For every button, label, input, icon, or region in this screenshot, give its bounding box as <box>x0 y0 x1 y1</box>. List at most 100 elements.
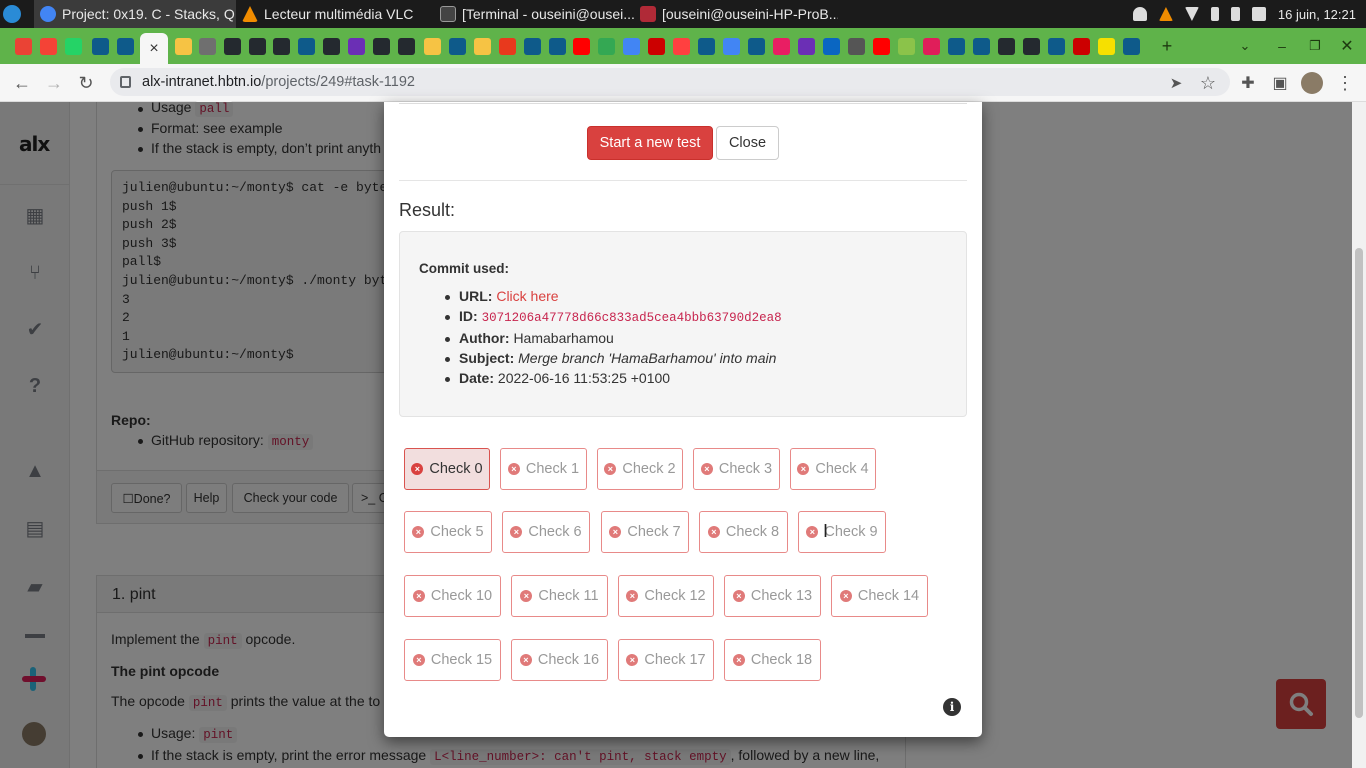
clock[interactable]: 16 juin, 12:21 <box>1278 7 1356 22</box>
bookmark-star-icon[interactable]: ☆ <box>1196 72 1220 94</box>
check-9-button[interactable]: × Check 9 <box>798 511 886 553</box>
volume-icon[interactable] <box>1251 7 1266 21</box>
forward-arrow-icon[interactable]: → <box>42 72 66 94</box>
tab-favicon-icon[interactable] <box>573 38 590 55</box>
active-tab[interactable]: × <box>140 33 168 64</box>
lock-icon[interactable] <box>120 76 131 88</box>
taskbar-app-terminal[interactable]: [Terminal - ouseini@ousei... <box>436 0 636 28</box>
close-window-icon[interactable]: ✕ <box>1335 34 1359 58</box>
extensions-puzzle-icon[interactable]: ✚ <box>1236 72 1260 94</box>
tab-favicon-icon[interactable] <box>175 38 192 55</box>
tab-favicon-icon[interactable] <box>923 38 940 55</box>
tab-favicon-icon[interactable] <box>348 38 365 55</box>
tab-favicon-icon[interactable] <box>199 38 216 55</box>
tab-favicon-icon[interactable] <box>998 38 1015 55</box>
check-12-button[interactable]: × Check 12 <box>618 575 714 617</box>
tab-favicon-icon[interactable] <box>449 38 466 55</box>
check-0-button[interactable]: × Check 0 <box>404 448 490 490</box>
tab-favicon-icon[interactable] <box>424 38 441 55</box>
check-18-button[interactable]: × Check 18 <box>724 639 821 681</box>
commit-url-link[interactable]: Click here <box>496 288 558 304</box>
check-17-button[interactable]: × Check 17 <box>618 639 714 681</box>
tab-favicon-icon[interactable] <box>65 38 82 55</box>
vlc-tray-icon[interactable] <box>1158 7 1173 21</box>
tab-close-icon[interactable]: × <box>149 40 158 58</box>
tab-favicon-icon[interactable] <box>373 38 390 55</box>
check-2-button[interactable]: × Check 2 <box>597 448 683 490</box>
back-arrow-icon[interactable]: ← <box>10 72 34 94</box>
taskbar-app-vlc[interactable]: Lecteur multimédia VLC <box>238 0 428 28</box>
tab-favicon-icon[interactable] <box>224 38 241 55</box>
times-circle-icon: × <box>507 463 520 475</box>
tab-favicon-icon[interactable] <box>698 38 715 55</box>
new-tab-button[interactable]: + <box>1155 34 1179 58</box>
check-8-button[interactable]: × Check 8 <box>699 511 788 553</box>
tab-favicon-icon[interactable] <box>40 38 57 55</box>
tab-favicon-icon[interactable] <box>598 38 615 55</box>
scrollbar-thumb[interactable] <box>1355 248 1363 718</box>
side-panel-icon[interactable]: ▣ <box>1268 72 1292 94</box>
tab-favicon-icon[interactable] <box>15 38 32 55</box>
check-15-button[interactable]: × Check 15 <box>404 639 501 681</box>
tab-favicon-icon[interactable] <box>549 38 566 55</box>
tab-favicon-icon[interactable] <box>723 38 740 55</box>
tab-favicon-icon[interactable] <box>823 38 840 55</box>
check-4-button[interactable]: × Check 4 <box>790 448 876 490</box>
tab-favicon-icon[interactable] <box>623 38 640 55</box>
profile-avatar[interactable] <box>1301 72 1323 94</box>
browser-menu-icon[interactable]: ⋮ <box>1333 72 1357 94</box>
tab-favicon-icon[interactable] <box>1023 38 1040 55</box>
check-7-button[interactable]: × Check 7 <box>601 511 689 553</box>
check-10-button[interactable]: × Check 10 <box>404 575 501 617</box>
close-button[interactable]: Close <box>716 126 779 160</box>
os-menu-icon[interactable] <box>3 5 21 23</box>
tab-favicon-icon[interactable] <box>1073 38 1090 55</box>
tab-favicon-icon[interactable] <box>92 38 109 55</box>
tab-favicon-icon[interactable] <box>524 38 541 55</box>
tab-favicon-icon[interactable] <box>117 38 134 55</box>
restore-window-icon[interactable]: ❐ <box>1303 34 1327 58</box>
check-11-button[interactable]: × Check 11 <box>511 575 608 617</box>
tab-favicon-icon[interactable] <box>948 38 965 55</box>
taskbar-app-chrome[interactable]: Project: 0x19. C - Stacks, Q... <box>34 0 236 28</box>
tab-favicon-icon[interactable] <box>499 38 516 55</box>
tab-favicon-icon[interactable] <box>873 38 890 55</box>
wifi-icon[interactable] <box>1184 7 1199 21</box>
tab-favicon-icon[interactable] <box>1123 38 1140 55</box>
info-icon[interactable]: i <box>943 698 961 716</box>
tab-favicon-icon[interactable] <box>898 38 915 55</box>
tab-favicon-icon[interactable] <box>1048 38 1065 55</box>
tab-search-chevron-icon[interactable]: ⌄ <box>1233 34 1257 58</box>
battery-icon[interactable] <box>1230 7 1240 21</box>
check-14-button[interactable]: × Check 14 <box>831 575 928 617</box>
check-16-button[interactable]: × Check 16 <box>511 639 608 681</box>
check-6-button[interactable]: × Check 6 <box>502 511 590 553</box>
tab-favicon-icon[interactable] <box>973 38 990 55</box>
check-label: Check 1 <box>525 461 580 477</box>
minimize-window-icon[interactable]: – <box>1270 34 1294 58</box>
tab-favicon-icon[interactable] <box>673 38 690 55</box>
start-new-test-button[interactable]: Start a new test <box>587 126 713 160</box>
tab-favicon-icon[interactable] <box>798 38 815 55</box>
tab-favicon-icon[interactable] <box>323 38 340 55</box>
taskbar-app-terminal-2[interactable]: [ouseini@ouseini-HP-ProB... <box>638 0 838 28</box>
reload-icon[interactable]: ↻ <box>74 72 98 94</box>
check-13-button[interactable]: × Check 13 <box>724 575 821 617</box>
tab-favicon-icon[interactable] <box>1098 38 1115 55</box>
tab-favicon-icon[interactable] <box>398 38 415 55</box>
url-text[interactable]: alx-intranet.hbtn.io/projects/249#task-1… <box>142 74 415 90</box>
notification-bell-icon[interactable] <box>1132 7 1147 21</box>
check-3-button[interactable]: × Check 3 <box>693 448 780 490</box>
bluetooth-icon[interactable] <box>1210 7 1219 21</box>
send-tab-icon[interactable]: ➤ <box>1164 72 1188 94</box>
check-5-button[interactable]: × Check 5 <box>404 511 492 553</box>
tab-favicon-icon[interactable] <box>648 38 665 55</box>
tab-favicon-icon[interactable] <box>249 38 266 55</box>
tab-favicon-icon[interactable] <box>298 38 315 55</box>
tab-favicon-icon[interactable] <box>773 38 790 55</box>
tab-favicon-icon[interactable] <box>474 38 491 55</box>
check-1-button[interactable]: × Check 1 <box>500 448 587 490</box>
tab-favicon-icon[interactable] <box>748 38 765 55</box>
tab-favicon-icon[interactable] <box>273 38 290 55</box>
tab-favicon-icon[interactable] <box>848 38 865 55</box>
